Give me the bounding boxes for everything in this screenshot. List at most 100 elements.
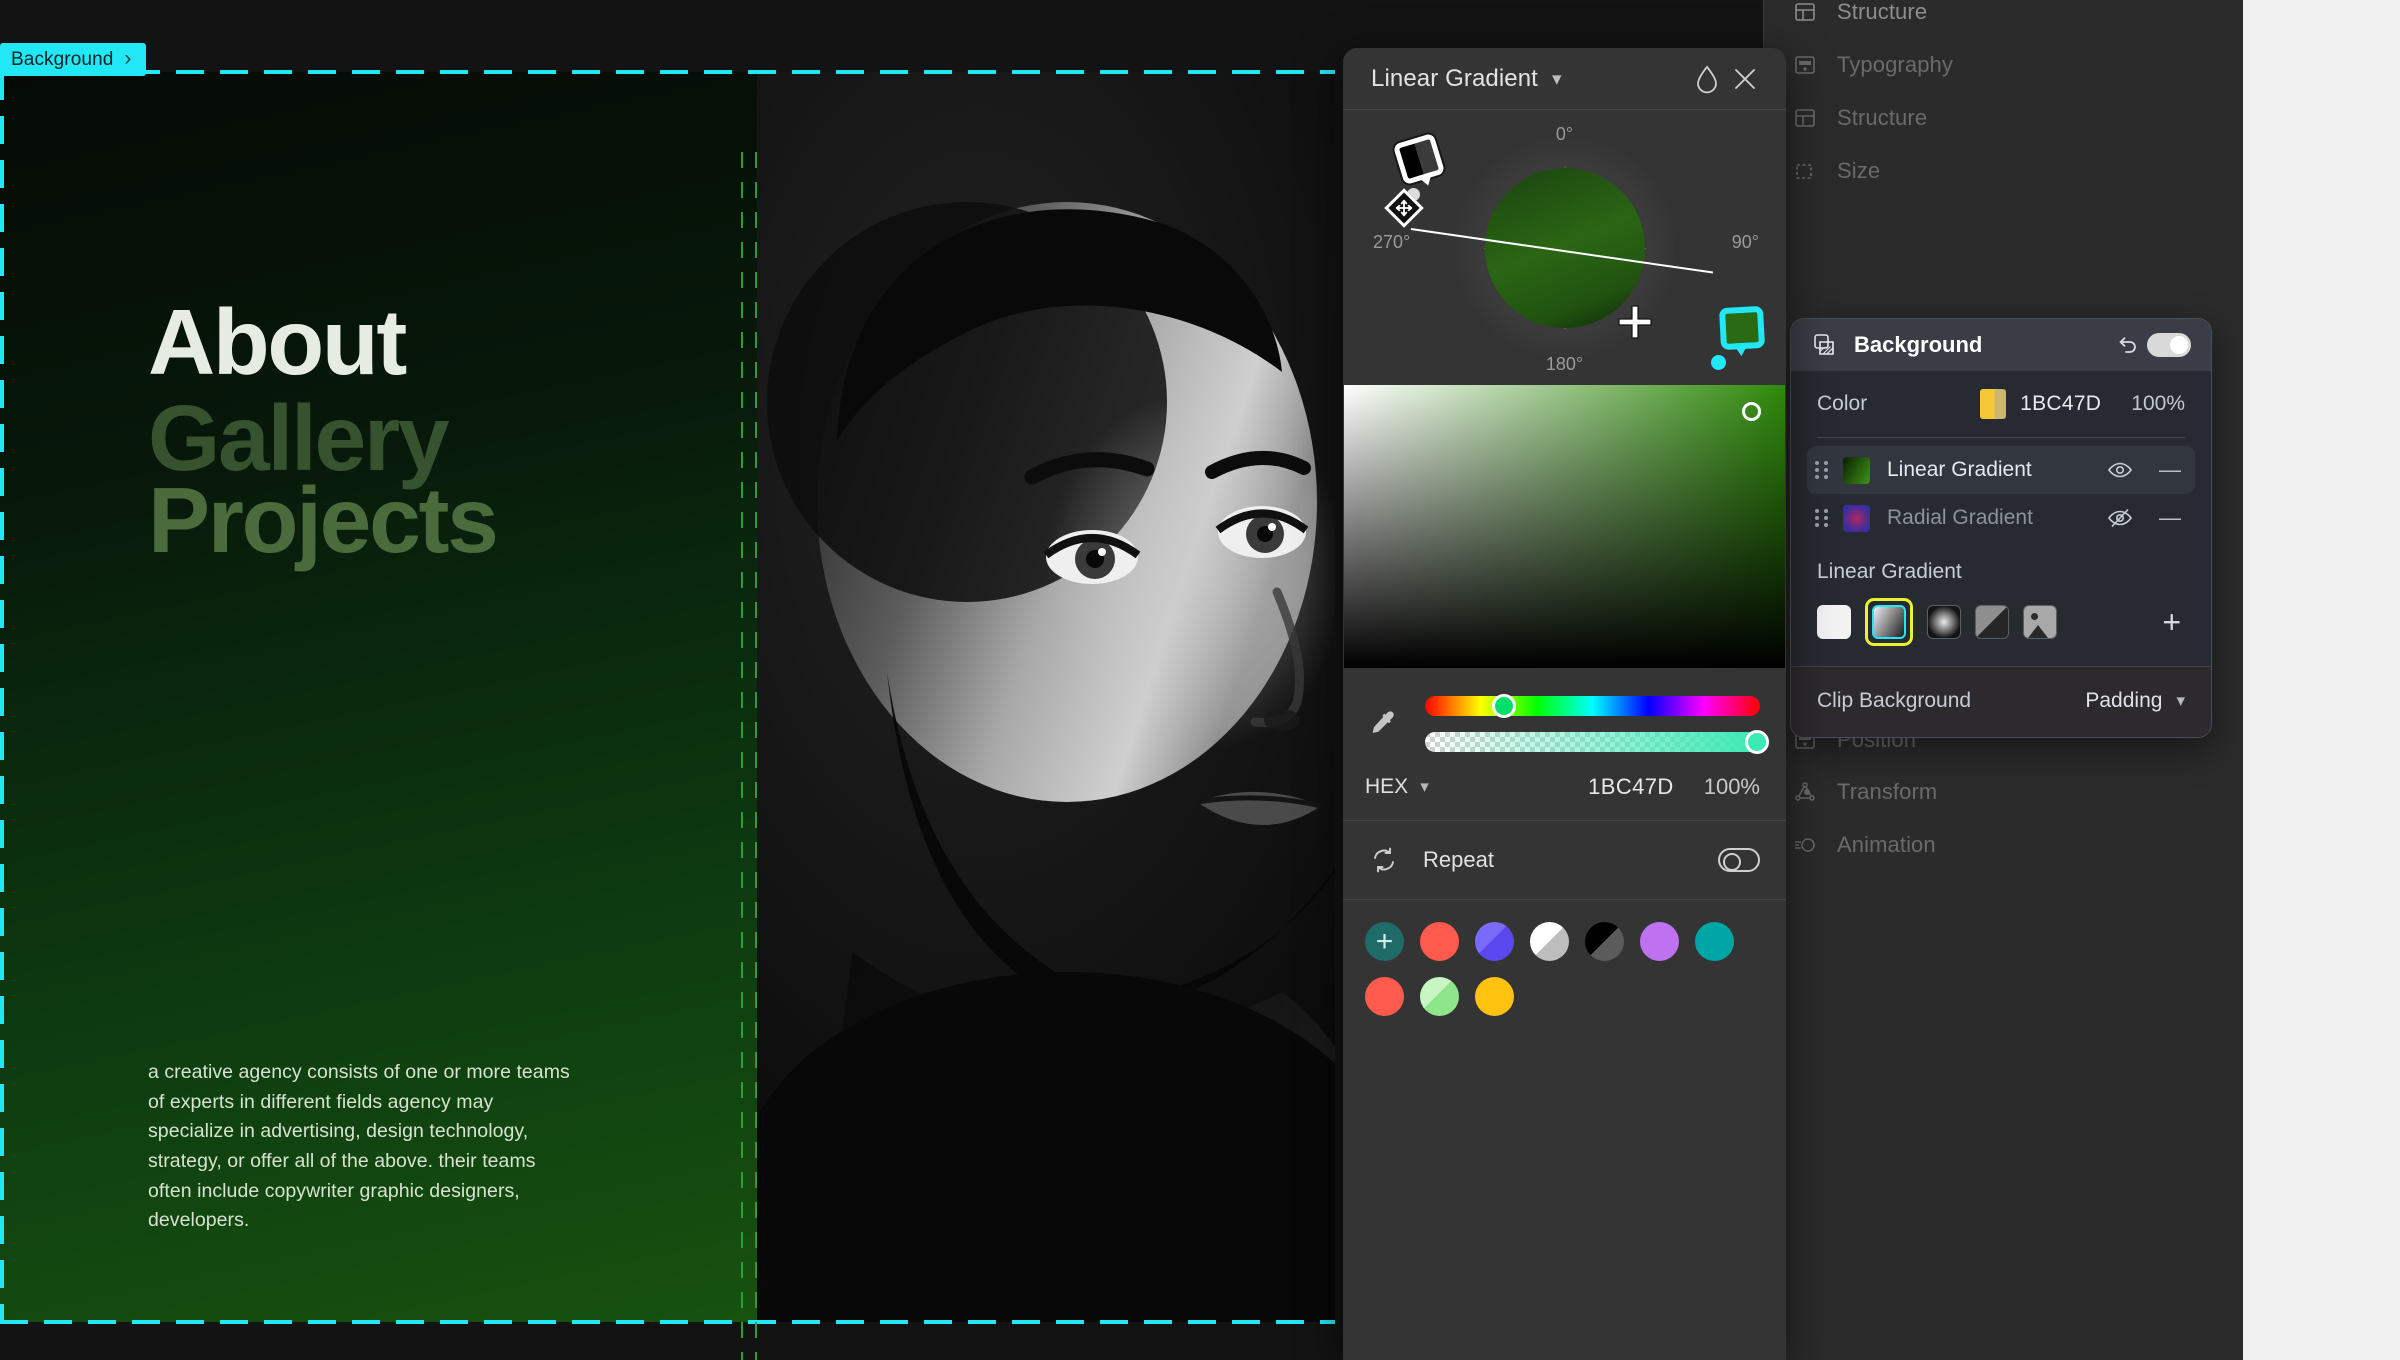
clip-background-value[interactable]: Padding: [2085, 689, 2162, 713]
chevron-down-icon[interactable]: ▾: [2176, 691, 2185, 711]
background-card-header: Background: [1791, 319, 2211, 371]
size-icon: [1792, 158, 1818, 184]
repeat-label: Repeat: [1423, 847, 1494, 872]
sidebar-label: Transform: [1837, 779, 1938, 804]
gradient-type-linear[interactable]: [1872, 605, 1906, 639]
saturation-value-knob[interactable]: [1742, 402, 1761, 421]
background-card-title: Background: [1854, 332, 1983, 357]
gradient-type-linear-selected[interactable]: [1865, 598, 1913, 646]
alpha-slider-knob[interactable]: [1744, 730, 1769, 754]
guide-green-right: [755, 152, 757, 1360]
background-properties-card[interactable]: Background Color 1BC47D 100% Linear Grad…: [1790, 318, 2212, 738]
swatch-yellow[interactable]: [1475, 977, 1514, 1016]
repeat-icon: [1365, 841, 1403, 879]
eye-off-icon[interactable]: [2101, 499, 2139, 537]
swatch-palette: +: [1343, 900, 1786, 1042]
artboard-headline: About Gallery Projects: [148, 290, 748, 567]
eyedropper-icon[interactable]: [1365, 692, 1403, 756]
layout-icon: [1792, 0, 1818, 25]
hue-slider[interactable]: [1425, 694, 1760, 718]
swatch-teal[interactable]: [1695, 922, 1734, 961]
angle-label-180: 180°: [1545, 354, 1584, 374]
sidebar-item-animation[interactable]: Animation: [1792, 825, 1936, 865]
color-swatch-chip[interactable]: [1980, 389, 2007, 419]
chevron-down-icon[interactable]: ▾: [1420, 777, 1429, 797]
hex-opacity-field[interactable]: 100%: [1704, 774, 1760, 800]
portrait-illustration: [757, 72, 1335, 1322]
undo-icon[interactable]: [2109, 326, 2147, 364]
angle-label-0: 0°: [1555, 124, 1574, 144]
plus-icon[interactable]: +: [2162, 606, 2185, 638]
modified-indicator-dot: [1804, 789, 1810, 795]
guide-dashed-left: [0, 72, 4, 1322]
selection-badge-label: Background: [11, 48, 114, 70]
guide-dashed-bottom: [0, 1320, 1335, 1324]
background-enable-toggle[interactable]: [2147, 333, 2191, 357]
layer-row-linear-gradient[interactable]: Linear Gradient —: [1807, 446, 2195, 494]
swatch-indigo[interactable]: [1475, 922, 1514, 961]
sidebar-item-structure-1[interactable]: Structure: [1792, 0, 1927, 32]
angle-label-270: 270°: [1373, 232, 1411, 252]
drag-handle-icon[interactable]: [1815, 461, 1831, 479]
saturation-value-field[interactable]: [1344, 385, 1785, 668]
gradient-stop-handle-start[interactable]: [1392, 132, 1446, 186]
layer-swatch-linear: [1843, 456, 1870, 484]
headline-line-1: About: [148, 290, 407, 394]
minus-icon[interactable]: —: [2159, 507, 2181, 529]
droplet-icon[interactable]: [1688, 60, 1726, 98]
gradient-angle-wheel[interactable]: 0° 90° 180° 270°: [1343, 110, 1786, 385]
swatch-mint[interactable]: [1420, 977, 1459, 1016]
swatch-black[interactable]: [1585, 922, 1624, 961]
alpha-slider[interactable]: [1425, 730, 1769, 754]
app-root: Background › About Gallery Projects a cr…: [0, 0, 2400, 1360]
hex-value-field[interactable]: 1BC47D: [1588, 774, 1674, 800]
eye-icon[interactable]: [2101, 451, 2139, 489]
sidebar-label: Structure: [1837, 0, 1928, 24]
repeat-toggle[interactable]: [1718, 848, 1760, 872]
background-card-body: Color 1BC47D 100% Linear Gradient — Radi…: [1791, 371, 2211, 737]
color-slider-zone: [1343, 668, 1786, 756]
close-icon[interactable]: [1726, 60, 1764, 98]
background-layers-icon: [1811, 332, 1837, 358]
hue-slider-knob[interactable]: [1491, 694, 1516, 718]
sidebar-label: Structure: [1837, 105, 1928, 130]
sidebar-item-typography[interactable]: Typography: [1792, 45, 1953, 85]
color-opacity-value[interactable]: 100%: [2131, 392, 2185, 416]
chevron-down-icon[interactable]: ▾: [1552, 68, 1562, 91]
guide-dashed-top: [0, 70, 1335, 74]
clip-background-row[interactable]: Clip Background Padding ▾: [1791, 667, 2211, 737]
layout-icon: [1792, 105, 1818, 131]
artboard-portrait-photo: [757, 72, 1335, 1322]
gradient-stop-handle-end[interactable]: [1718, 305, 1766, 351]
color-hex-value[interactable]: 1BC47D: [2020, 392, 2101, 416]
gradient-type-angular[interactable]: [1975, 605, 2009, 639]
swatch-white[interactable]: [1530, 922, 1569, 961]
swatch-purple[interactable]: [1640, 922, 1679, 961]
selection-badge-background[interactable]: Background ›: [0, 43, 146, 76]
gradient-editor-header: Linear Gradient ▾: [1343, 48, 1786, 110]
color-mode-label[interactable]: HEX: [1365, 775, 1408, 799]
minus-icon[interactable]: —: [2159, 459, 2181, 481]
editor-shell: Background › About Gallery Projects a cr…: [0, 0, 2243, 1360]
gradient-editor-popover[interactable]: Linear Gradient ▾ 0° 90° 180° 270° HEX ▾…: [1343, 48, 1786, 1360]
color-row-label: Color: [1817, 392, 1868, 415]
sidebar-item-transform[interactable]: Transform: [1792, 772, 1937, 812]
sidebar-label: Size: [1837, 158, 1881, 183]
angle-label-90: 90°: [1731, 232, 1759, 252]
gradient-type-image[interactable]: [2023, 605, 2057, 639]
repeat-row[interactable]: Repeat: [1343, 821, 1786, 900]
chevron-right-icon[interactable]: ›: [124, 48, 131, 69]
gradient-stop-dot-end[interactable]: [1711, 355, 1726, 370]
swatch-red-2[interactable]: [1365, 977, 1404, 1016]
layer-row-radial-gradient[interactable]: Radial Gradient —: [1807, 494, 2195, 542]
swatch-red[interactable]: [1420, 922, 1459, 961]
sidebar-item-structure-2[interactable]: Structure: [1792, 98, 1927, 138]
gradient-type-section: Linear Gradient +: [1791, 552, 2211, 666]
add-swatch-button[interactable]: +: [1365, 922, 1404, 961]
drag-handle-icon[interactable]: [1815, 509, 1831, 527]
sidebar-label: Animation: [1837, 832, 1936, 857]
hex-value-row: HEX ▾ 1BC47D 100%: [1343, 756, 1786, 821]
gradient-type-radial[interactable]: [1927, 605, 1961, 639]
gradient-type-solid[interactable]: [1817, 605, 1851, 639]
sidebar-item-size[interactable]: Size: [1792, 151, 1880, 191]
